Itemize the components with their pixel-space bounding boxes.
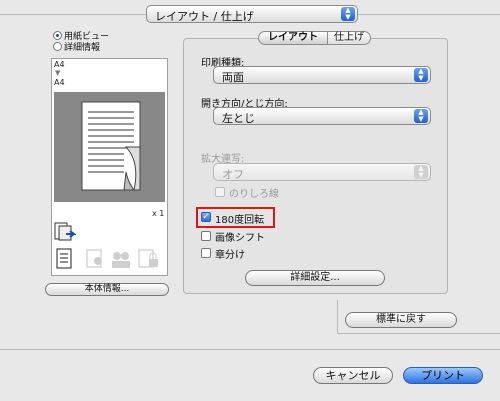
divider-vertical — [337, 300, 338, 334]
enlarge-popup[interactable]: オフ ▲ ▼ — [213, 163, 431, 181]
rotate180-label: 180度回転 — [215, 215, 265, 226]
rotate180-checkbox[interactable]: ✓ — [201, 212, 211, 222]
copies-count: x 1 — [152, 209, 165, 218]
margin-line-label: のりしろ線 — [229, 189, 279, 200]
updown-arrows-icon: ▲ ▼ — [414, 165, 428, 179]
panel-select-value: レイアウト / 仕上げ — [155, 10, 254, 23]
users-icon — [110, 249, 132, 269]
dialog-divider — [0, 349, 500, 350]
radio-paper-view[interactable] — [53, 31, 62, 40]
document-icon — [56, 248, 74, 270]
margin-line-checkbox[interactable] — [215, 187, 225, 197]
binding-value: 左とじ — [222, 112, 255, 125]
detail-settings-button[interactable]: 詳細設定... — [245, 270, 385, 286]
duplex-icon — [54, 222, 77, 242]
image-shift-checkbox[interactable] — [201, 231, 211, 241]
divider-right — [337, 333, 500, 334]
tab-layout-label: レイアウト — [268, 32, 318, 43]
cancel-button[interactable]: キャンセル — [313, 367, 393, 384]
radio-detail-view[interactable] — [53, 42, 62, 51]
tab-layout[interactable]: レイアウト — [258, 31, 328, 45]
user-document-icon — [86, 249, 106, 269]
arrow-down-icon: ▼ — [55, 69, 61, 77]
updown-arrows-icon: ▲ ▼ — [414, 109, 428, 123]
paper-size-bottom: A4 — [54, 78, 65, 87]
updown-arrows-icon: ▲ ▼ — [414, 68, 428, 82]
panel-select-popup[interactable]: レイアウト / 仕上げ ▲ ▼ — [146, 5, 358, 23]
print-type-value: 両面 — [222, 71, 244, 84]
machine-info-button[interactable]: 本体情報... — [45, 283, 169, 296]
binding-popup[interactable]: 左とじ ▲ ▼ — [213, 107, 431, 125]
reset-default-button[interactable]: 標準に戻す — [345, 312, 457, 328]
page-preview-image — [81, 101, 141, 191]
radio-detail-view-label: 詳細情報 — [64, 43, 101, 53]
tab-finishing[interactable]: 仕上げ — [327, 31, 371, 45]
paper-size-top: A4 — [54, 60, 65, 69]
tab-finishing-label: 仕上げ — [334, 32, 364, 43]
print-type-popup[interactable]: 両面 ▲ ▼ — [213, 66, 431, 84]
print-button[interactable]: プリント — [403, 367, 483, 384]
lock-document-icon — [138, 249, 160, 269]
chapter-label: 章分け — [215, 250, 245, 261]
enlarge-value: オフ — [222, 168, 244, 181]
preview-panel: A4 ▼ A4 x 1 — [51, 58, 168, 276]
updown-arrows-icon: ▲ ▼ — [341, 7, 355, 21]
chapter-checkbox[interactable] — [201, 248, 211, 258]
image-shift-label: 画像シフト — [215, 233, 265, 244]
preview-canvas — [54, 92, 165, 202]
